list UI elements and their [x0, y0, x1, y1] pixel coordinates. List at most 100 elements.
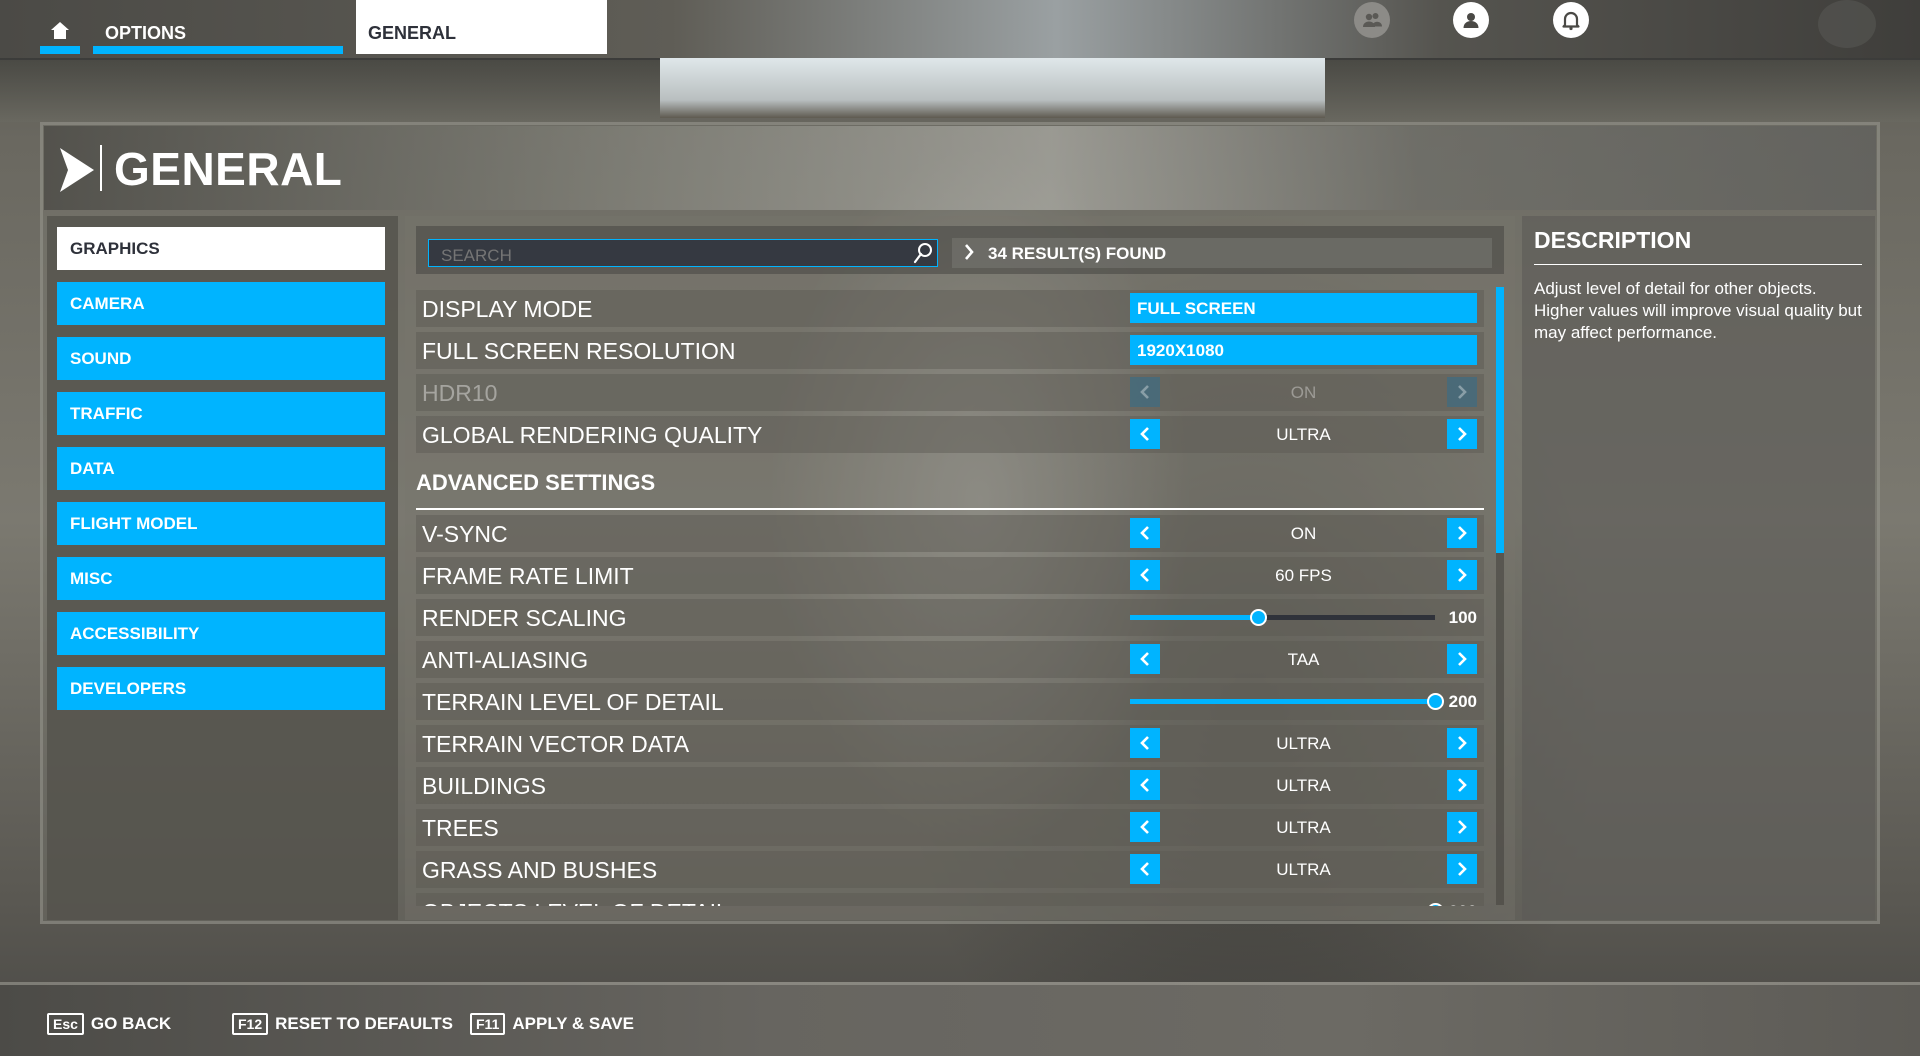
chevron-left-icon	[1140, 736, 1149, 750]
apply-and-save-label: APPLY & SAVE	[512, 1014, 634, 1033]
setting-label: FULL SCREEN RESOLUTION	[422, 338, 736, 364]
sidebar-item-graphics[interactable]: GRAPHICS	[57, 227, 385, 270]
setting-row-objects-level-of-detail: OBJECTS LEVEL OF DETAIL 200	[416, 893, 1484, 906]
chevron-left-icon	[1140, 652, 1149, 666]
terrain-vector-data-value: ULTRA	[1276, 734, 1331, 753]
setting-row-global-rendering-quality: GLOBAL RENDERING QUALITY ULTRA	[416, 416, 1484, 453]
results-count: 34 RESULT(S) FOUND	[988, 244, 1167, 263]
trees-value: ULTRA	[1276, 818, 1331, 837]
setting-label: TERRAIN VECTOR DATA	[422, 731, 690, 757]
chevron-right-icon	[1458, 568, 1467, 582]
sidebar-item-accessibility[interactable]: ACCESSIBILITY	[57, 612, 385, 655]
buildings-next-button[interactable]	[1447, 770, 1477, 800]
scrollbar-thumb[interactable]	[1496, 287, 1504, 553]
sidebar-item-developers[interactable]: DEVELOPERS	[57, 667, 385, 710]
anti-aliasing-prev-button[interactable]	[1130, 644, 1160, 674]
setting-label: DISPLAY MODE	[422, 296, 593, 322]
notifications-bell-icon[interactable]	[1553, 2, 1589, 38]
render-scaling-slider[interactable]	[1130, 609, 1435, 626]
options-label: OPTIONS	[105, 23, 187, 43]
background-hangar-door-view	[660, 58, 1325, 118]
setting-label: HDR10	[422, 380, 498, 406]
global-quality-value: ULTRA	[1276, 425, 1331, 444]
terrain-vector-data-next-button[interactable]	[1447, 728, 1477, 758]
setting-row-hdr10: HDR10 ON	[416, 374, 1484, 411]
advanced-settings-header: ADVANCED SETTINGS	[416, 470, 656, 495]
anti-aliasing-value: TAA	[1287, 650, 1320, 669]
options-nav-tab[interactable]: OPTIONS	[93, 14, 343, 54]
grass-and-bushes-value: ULTRA	[1276, 860, 1331, 879]
category-sidebar: GRAPHICS CAMERA SOUND TRAFFIC DATA FLIGH…	[47, 216, 398, 920]
reset-to-defaults-label: RESET TO DEFAULTS	[275, 1014, 454, 1033]
section-divider	[416, 508, 1484, 510]
general-nav-tab[interactable]: GENERAL	[356, 0, 607, 54]
frame-rate-limit-value: 60 FPS	[1275, 566, 1332, 585]
sidebar-item-data[interactable]: DATA	[57, 447, 385, 490]
frame-rate-limit-prev-button[interactable]	[1130, 560, 1160, 590]
frame-rate-limit-next-button[interactable]	[1447, 560, 1477, 590]
v-sync-value: ON	[1290, 524, 1317, 543]
options-underline	[93, 46, 343, 54]
trees-next-button[interactable]	[1447, 812, 1477, 842]
setting-label: ANTI-ALIASING	[422, 647, 589, 673]
setting-label: GRASS AND BUSHES	[422, 857, 658, 883]
setting-label: TREES	[422, 815, 499, 841]
terrain-level-of-detail-slider[interactable]	[1130, 693, 1444, 710]
chevron-right-icon	[1458, 652, 1467, 666]
settings-scrollbar[interactable]	[1496, 287, 1504, 905]
sidebar-item-flight-model[interactable]: FLIGHT MODEL	[57, 502, 385, 545]
grass-and-bushes-next-button[interactable]	[1447, 854, 1477, 884]
description-text: Adjust level of detail for other objects…	[1534, 279, 1862, 342]
chevron-right-icon	[1458, 736, 1467, 750]
home-underline	[40, 46, 80, 54]
global-quality-next-button[interactable]	[1447, 419, 1477, 449]
chevron-right-icon	[1458, 820, 1467, 834]
slider-thumb[interactable]	[1250, 609, 1268, 626]
trees-prev-button[interactable]	[1130, 812, 1160, 842]
setting-label: TERRAIN LEVEL OF DETAIL	[422, 689, 724, 715]
go-back-button[interactable]: Esc GO BACK	[47, 1013, 171, 1035]
chevron-right-icon	[1458, 427, 1467, 441]
apply-and-save-button[interactable]: F11 APPLY & SAVE	[470, 1013, 634, 1035]
v-sync-prev-button[interactable]	[1130, 518, 1160, 548]
grass-and-bushes-prev-button[interactable]	[1130, 854, 1160, 884]
global-quality-prev-button[interactable]	[1130, 419, 1160, 449]
sidebar-item-traffic[interactable]: TRAFFIC	[57, 392, 385, 435]
v-sync-next-button[interactable]	[1447, 518, 1477, 548]
top-nav-bar: OPTIONS GENERAL	[0, 0, 1920, 58]
chevron-left-icon	[1140, 862, 1149, 876]
objects-level-of-detail-value: 200	[1442, 902, 1477, 906]
resolution-dropdown[interactable]: 1920X1080	[1130, 335, 1477, 365]
background-hangar-left	[0, 58, 660, 122]
display-mode-dropdown[interactable]: FULL SCREEN	[1130, 293, 1477, 323]
home-button[interactable]	[40, 14, 80, 54]
terrain-vector-data-prev-button[interactable]	[1130, 728, 1160, 758]
sidebar-item-sound[interactable]: SOUND	[57, 337, 385, 380]
setting-label: RENDER SCALING	[422, 605, 627, 631]
friends-icon[interactable]	[1354, 2, 1390, 38]
setting-row-v-sync: V-SYNC ON	[416, 515, 1484, 552]
sidebar-item-misc[interactable]: MISC	[57, 557, 385, 600]
reset-to-defaults-button[interactable]: F12 RESET TO DEFAULTS	[232, 1013, 453, 1035]
search-icon[interactable]	[913, 242, 933, 264]
setting-row-terrain-vector-data: TERRAIN VECTOR DATA ULTRA	[416, 725, 1484, 762]
chevron-left-icon	[1140, 385, 1149, 399]
slider-fill	[1130, 615, 1259, 620]
chevron-right-icon	[60, 148, 94, 192]
sidebar-item-camera[interactable]: CAMERA	[57, 282, 385, 325]
hdr10-value: ON	[1290, 383, 1317, 402]
setting-row-render-scaling: RENDER SCALING 100	[416, 599, 1484, 636]
render-scaling-value: 100	[1448, 608, 1477, 627]
setting-label: OBJECTS LEVEL OF DETAIL	[422, 899, 729, 906]
search-input[interactable]	[428, 239, 938, 267]
menu-placeholder-icon	[1818, 0, 1876, 48]
setting-row-trees: TREES ULTRA	[416, 809, 1484, 846]
buildings-prev-button[interactable]	[1130, 770, 1160, 800]
chevron-left-icon	[1140, 568, 1149, 582]
profile-icon[interactable]	[1453, 2, 1489, 38]
anti-aliasing-next-button[interactable]	[1447, 644, 1477, 674]
f11-key-badge: F11	[470, 1013, 506, 1035]
setting-row-terrain-level-of-detail: TERRAIN LEVEL OF DETAIL 200	[416, 683, 1484, 720]
slider-fill	[1130, 699, 1435, 704]
chevron-right-icon	[1458, 385, 1467, 399]
